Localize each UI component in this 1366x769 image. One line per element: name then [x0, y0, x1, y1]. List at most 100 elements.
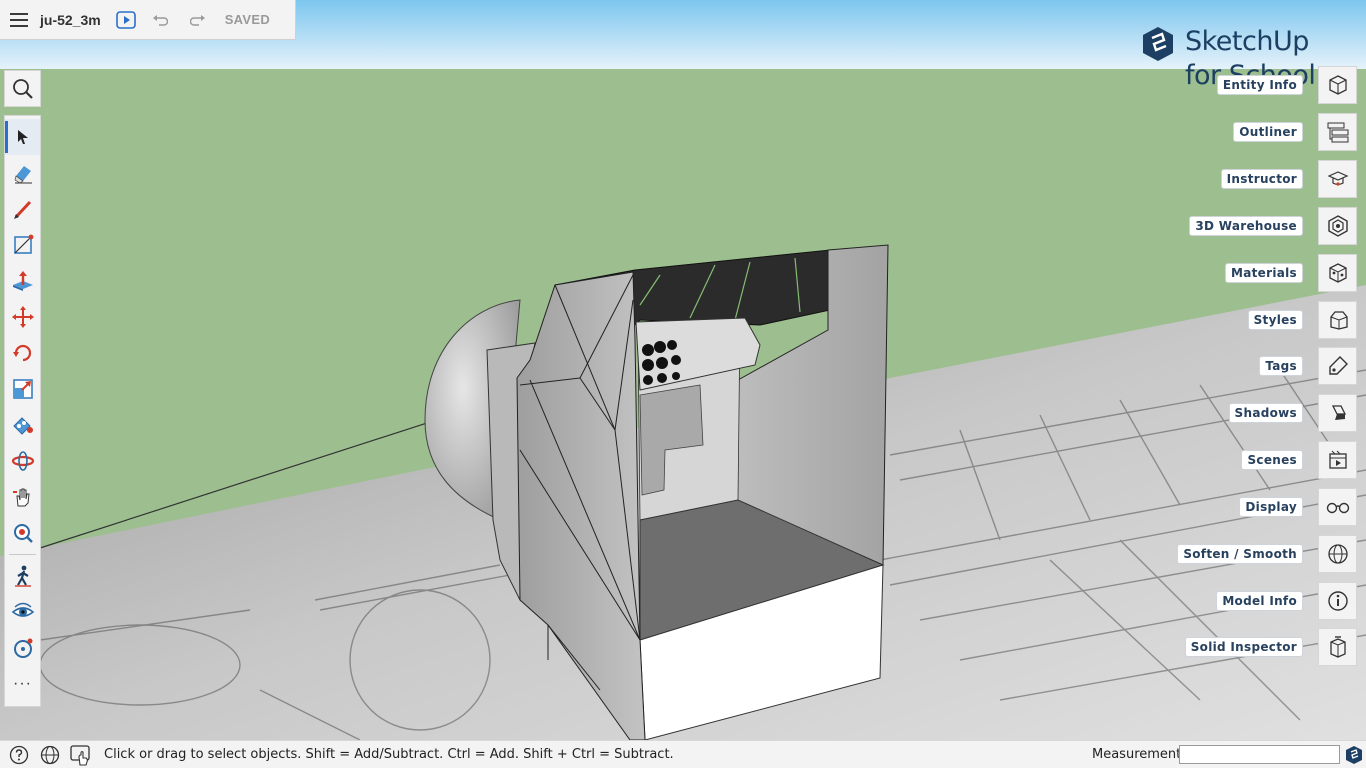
hand-icon	[12, 488, 30, 507]
push-pull-icon	[12, 271, 33, 291]
panel-icon-button[interactable]	[1318, 66, 1357, 104]
logo-text-sketchup: SketchUp	[1185, 26, 1309, 57]
panel-icon-button[interactable]	[1318, 394, 1357, 432]
sketchup-logo-icon[interactable]	[1345, 745, 1363, 765]
panel-label[interactable]: Solid Inspector	[1184, 637, 1303, 657]
tool-strip: ···	[4, 115, 41, 707]
select-tool[interactable]	[5, 119, 40, 155]
panel-icon-button[interactable]	[1318, 441, 1357, 479]
measurements-input[interactable]	[1179, 745, 1340, 764]
pencil-icon	[13, 200, 31, 219]
panel-label[interactable]: Model Info	[1216, 591, 1303, 611]
line-tool[interactable]	[5, 227, 40, 263]
panel-label[interactable]: Entity Info	[1216, 75, 1303, 95]
panel-scenes[interactable]: Scenes	[1137, 441, 1357, 479]
panel-label[interactable]: Shadows	[1228, 403, 1303, 423]
push-pull-tool[interactable]	[5, 263, 40, 299]
eye-icon	[11, 602, 34, 617]
panel-outliner[interactable]: Outliner	[1137, 113, 1357, 151]
pan-tool[interactable]	[5, 479, 40, 515]
pencil-tool[interactable]	[5, 191, 40, 227]
panel-label[interactable]: Tags	[1259, 356, 1303, 376]
cube-info-icon	[1328, 75, 1347, 95]
paint-bucket-icon	[12, 417, 33, 435]
touch-mode-button[interactable]	[65, 741, 96, 769]
scale-icon	[12, 379, 33, 399]
help-button[interactable]	[3, 741, 34, 769]
panel-label[interactable]: Instructor	[1220, 169, 1303, 189]
panel-icon-button[interactable]	[1318, 254, 1357, 292]
zoom-tool[interactable]	[5, 515, 40, 551]
panel-3d-warehouse[interactable]: 3D Warehouse	[1137, 207, 1357, 245]
panel-label[interactable]: Materials	[1225, 263, 1303, 283]
panel-icon-button[interactable]	[1318, 488, 1357, 526]
undo-icon	[152, 14, 168, 26]
panel-label[interactable]: Outliner	[1233, 122, 1303, 142]
paint-bucket-tool[interactable]	[5, 407, 40, 443]
panel-icon-button[interactable]	[1318, 160, 1357, 198]
search-button[interactable]	[4, 70, 41, 107]
panel-icon-button[interactable]	[1318, 535, 1357, 573]
eraser-tool[interactable]	[5, 155, 40, 191]
language-button[interactable]	[34, 741, 65, 769]
move-tool[interactable]	[5, 299, 40, 335]
panel-tags[interactable]: Tags	[1137, 347, 1357, 385]
menu-button[interactable]	[0, 0, 38, 40]
top-bar: ju-52_3m SAVED	[0, 0, 296, 40]
panel-entity-info[interactable]: Entity Info	[1137, 66, 1357, 104]
panel-label[interactable]: 3D Warehouse	[1189, 216, 1303, 236]
help-icon	[9, 745, 28, 764]
model-name[interactable]: ju-52_3m	[40, 12, 101, 28]
move-icon	[11, 306, 34, 328]
measurements-label: Measurements	[1092, 747, 1189, 762]
line-icon	[13, 234, 33, 254]
menu-icon	[10, 12, 28, 27]
status-bar: Click or drag to select objects. Shift =…	[0, 740, 1366, 768]
panel-shadows[interactable]: Shadows	[1137, 394, 1357, 432]
panel-icon-button[interactable]	[1318, 582, 1357, 620]
more-icon: ···	[13, 675, 32, 692]
panel-icon-button[interactable]	[1318, 347, 1357, 385]
graduation-cap-icon	[1327, 171, 1348, 186]
panel-model-info[interactable]: Model Info	[1137, 582, 1357, 620]
rotate-tool[interactable]	[5, 335, 40, 371]
more-tools-button[interactable]: ···	[5, 666, 40, 702]
info-icon	[1327, 591, 1348, 611]
touch-icon	[69, 744, 90, 766]
undo-button[interactable]	[141, 0, 179, 40]
walk-icon	[14, 565, 31, 587]
panel-icon-button[interactable]	[1318, 113, 1357, 151]
shadow-icon	[1331, 405, 1346, 420]
status-hint: Click or drag to select objects. Shift =…	[104, 747, 674, 762]
play-button[interactable]	[111, 0, 141, 40]
orbit-icon	[11, 451, 34, 471]
instrument-dials	[642, 340, 681, 385]
panel-solid-inspector[interactable]: Solid Inspector	[1137, 628, 1357, 666]
look-around-tool[interactable]	[5, 594, 40, 630]
panel-icon-button[interactable]	[1318, 207, 1357, 245]
panel-instructor[interactable]: Instructor	[1137, 160, 1357, 198]
redo-button[interactable]	[179, 0, 217, 40]
panel-label[interactable]: Soften / Smooth	[1177, 544, 1303, 564]
orbit-tool[interactable]	[5, 443, 40, 479]
camera-position-icon	[13, 638, 32, 658]
globe-icon	[40, 745, 59, 764]
position-camera-tool[interactable]	[5, 630, 40, 666]
panel-label[interactable]: Scenes	[1241, 450, 1303, 470]
left-toolbar: ···	[4, 70, 41, 707]
redo-icon	[189, 14, 205, 26]
panel-display[interactable]: Display	[1137, 488, 1357, 526]
walk-tool[interactable]	[5, 558, 40, 594]
materials-cube-icon	[1328, 263, 1347, 283]
sketchup-logo-icon	[1143, 27, 1173, 61]
panel-label[interactable]: Styles	[1247, 310, 1303, 330]
panel-icon-button[interactable]	[1318, 628, 1357, 666]
panel-label[interactable]: Display	[1239, 497, 1303, 517]
save-status: SAVED	[224, 12, 271, 27]
panel-soften-smooth[interactable]: Soften / Smooth	[1137, 535, 1357, 573]
scale-tool[interactable]	[5, 371, 40, 407]
panel-materials[interactable]: Materials	[1137, 254, 1357, 292]
panel-styles[interactable]: Styles	[1137, 301, 1357, 339]
panel-icon-button[interactable]	[1318, 301, 1357, 339]
globe-mesh-icon	[1327, 544, 1348, 564]
